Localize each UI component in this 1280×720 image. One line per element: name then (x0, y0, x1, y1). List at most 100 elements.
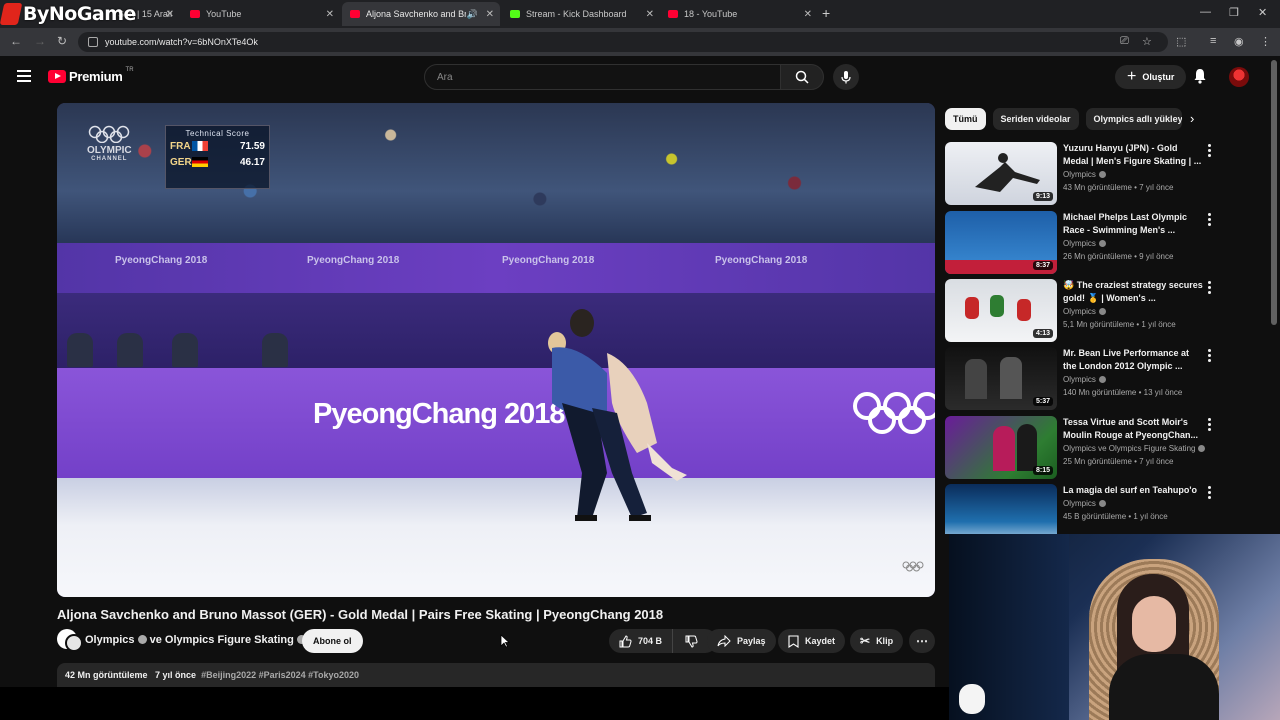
profile-icon[interactable]: ◉ (1234, 35, 1244, 48)
team-points: 46.17 (239, 156, 265, 168)
more-actions-button[interactable]: ⋯ (909, 629, 935, 653)
more-vertical-icon[interactable] (1205, 418, 1213, 433)
close-icon[interactable]: ✕ (646, 9, 654, 20)
create-button[interactable]: + Oluştur (1115, 65, 1187, 89)
share-icon (717, 635, 731, 647)
reload-icon[interactable]: ↻ (57, 34, 67, 48)
video-thumbnail[interactable]: 9:13 (945, 142, 1057, 205)
youtube-favicon-icon (350, 10, 360, 18)
video-thumbnail[interactable]: 8:15 (945, 416, 1057, 479)
minimize-icon[interactable]: — (1200, 6, 1211, 18)
search-button[interactable] (780, 64, 824, 90)
score-row-fra: FRA 71.59 (166, 138, 269, 154)
search-input[interactable] (437, 71, 757, 83)
recommendation-item[interactable]: La magia del surf en Teahupo'o Olympics … (945, 484, 1265, 534)
search-icon (795, 70, 809, 84)
rec-channel-text: Olympics (1063, 170, 1096, 179)
hashtags[interactable]: #Beijing2022 #Paris2024 #Tokyo2020 (201, 670, 359, 680)
youtube-play-icon (48, 70, 66, 83)
save-label: Kaydet (805, 636, 836, 646)
account-avatar[interactable] (1229, 67, 1249, 87)
webcam-plush (959, 684, 985, 714)
install-icon[interactable]: ⎚ (1120, 35, 1129, 48)
recommendation-item[interactable]: 4:13 🤯 The craziest strategy secures gol… (945, 279, 1265, 343)
video-title: Aljona Savchenko and Bruno Massot (GER) … (57, 607, 664, 622)
close-icon[interactable]: ✕ (486, 9, 494, 20)
url-field[interactable]: youtube.com/watch?v=6bNOnXTe4Ok (78, 32, 1168, 52)
video-thumbnail[interactable]: 8:37 (945, 211, 1057, 274)
reading-list-icon[interactable]: ≡ (1210, 35, 1216, 47)
duration: 5:37 (1032, 397, 1053, 406)
forward-icon[interactable]: → (34, 34, 46, 48)
bookmark-star-icon[interactable]: ☆ (1142, 35, 1152, 48)
restore-icon[interactable]: ❐ (1229, 6, 1239, 19)
collab-text: ve Olympics Figure Skating (149, 634, 294, 646)
close-icon[interactable]: ✕ (804, 9, 812, 20)
back-icon[interactable]: ← (10, 34, 22, 48)
menu-icon[interactable] (17, 70, 31, 85)
streamer-logo-text: ByNoGame (23, 3, 136, 25)
video-player[interactable]: PyeongChang 2018 PyeongChang 2018 Pyeong… (57, 103, 935, 597)
page-scrollbar[interactable] (1271, 60, 1277, 325)
tab-youtube[interactable]: YouTube ✕ (182, 2, 340, 26)
tab-18-youtube[interactable]: 18 - YouTube ✕ (660, 2, 818, 26)
new-tab-icon[interactable]: + (822, 5, 830, 21)
more-vertical-icon[interactable] (1205, 144, 1213, 159)
close-window-icon[interactable]: ✕ (1258, 6, 1267, 19)
youtube-premium-logo[interactable]: Premium TR (48, 67, 134, 84)
recommendation-item[interactable]: 8:15 Tessa Virtue and Scott Moir's Mouli… (945, 416, 1265, 480)
close-icon[interactable]: ✕ (326, 9, 334, 20)
rec-title: Mr. Bean Live Performance at the London … (1063, 348, 1190, 371)
channel-bug-line2: CHANNEL (91, 156, 128, 162)
extensions-icon[interactable]: ⬚ (1176, 35, 1186, 48)
more-vertical-icon[interactable] (1205, 486, 1213, 501)
more-vertical-icon[interactable] (1205, 349, 1213, 364)
rink-boards: PyeongChang 2018 (57, 368, 935, 478)
view-count: 42 Mn görüntüleme (65, 670, 148, 680)
save-button[interactable]: Kaydet (778, 629, 846, 653)
recommendation-item[interactable]: 5:37 Mr. Bean Live Performance at the Lo… (945, 347, 1265, 411)
channel-name[interactable]: Olympics ve Olympics Figure Skating (85, 634, 306, 646)
browser-menu-icon[interactable]: ⋮ (1260, 35, 1271, 48)
share-button[interactable]: Paylaş (707, 629, 776, 653)
create-label: Oluştur (1142, 72, 1175, 82)
germany-flag-icon (192, 157, 208, 167)
more-vertical-icon[interactable] (1205, 213, 1213, 228)
recommendation-item[interactable]: 9:13 Yuzuru Hanyu (JPN) - Gold Medal | M… (945, 142, 1265, 206)
video-thumbnail[interactable] (945, 484, 1057, 534)
more-horizontal-icon: ⋯ (916, 634, 928, 648)
close-icon[interactable]: ✕ (166, 9, 174, 20)
tab-kick-dashboard[interactable]: Stream - Kick Dashboard ✕ (502, 2, 660, 26)
france-flag-icon (192, 141, 208, 151)
like-dislike-group: 704 B (609, 629, 717, 653)
dislike-button[interactable] (673, 629, 709, 653)
rec-title: Michael Phelps Last Olympic Race - Swimm… (1063, 212, 1188, 235)
video-thumbnail[interactable]: 5:37 (945, 347, 1057, 410)
chevron-right-icon[interactable]: › (1190, 111, 1194, 126)
tab-label: 18 - YouTube (684, 9, 738, 19)
site-info-icon[interactable] (88, 37, 98, 47)
youtube-favicon-icon (668, 10, 678, 18)
video-thumbnail[interactable]: 4:13 (945, 279, 1057, 342)
team-points: 71.59 (239, 140, 265, 152)
speaker-icon[interactable]: 🔊 (467, 9, 478, 20)
rec-meta: 26 Mn görüntüleme • 9 yıl önce (1063, 252, 1174, 261)
voice-search-button[interactable] (833, 64, 859, 90)
rec-channel-text: Olympics (1063, 239, 1096, 248)
description-box[interactable]: 42 Mn görüntüleme 7 yıl önce #Beijing202… (57, 663, 935, 687)
subscribe-button[interactable]: Abone ol (302, 629, 363, 653)
chip-uploader[interactable]: Olympics adlı yükley (1085, 108, 1182, 130)
chip-all[interactable]: Tümü (945, 108, 986, 130)
chip-series[interactable]: Seriden videolar (992, 108, 1079, 130)
tab-current-video[interactable]: Aljona Savchenko and Bruno 🔊 ✕ (342, 2, 500, 26)
rec-channel-text: Olympics (1063, 375, 1096, 384)
like-button[interactable]: 704 B (609, 629, 674, 653)
recommendation-item[interactable]: 8:37 Michael Phelps Last Olympic Race - … (945, 211, 1265, 275)
filter-chips: Tümü Seriden videolar Olympics adlı yükl… (945, 108, 1189, 130)
tab-label: YouTube (206, 9, 242, 19)
notifications-button[interactable] (1193, 68, 1207, 89)
verified-icon (1098, 500, 1106, 508)
clip-button[interactable]: ✂ Klip (850, 629, 904, 653)
collab-channel-avatar[interactable] (65, 634, 83, 652)
more-vertical-icon[interactable] (1205, 281, 1213, 296)
